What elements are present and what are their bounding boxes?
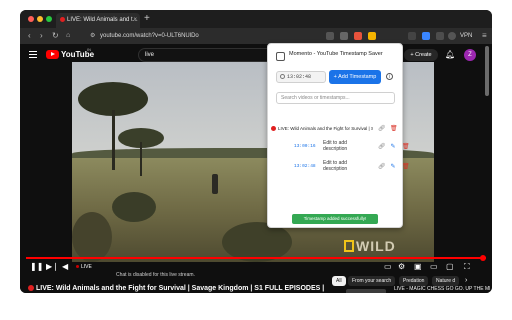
- fullscreen-icon[interactable]: ⛶: [464, 262, 470, 272]
- tree-trunk: [112, 110, 115, 170]
- timestamp-row: 13:02:48 Edit to add description 🔗︎ ✎ 🗑︎: [294, 158, 410, 178]
- url-field[interactable]: youtube.com/watch?v=0-ULT6NUlDo: [100, 30, 340, 42]
- back-icon[interactable]: ‹: [28, 30, 31, 42]
- timestamp-time-link[interactable]: 13:02:48: [294, 164, 316, 170]
- link-icon[interactable]: 🔗︎: [378, 144, 386, 150]
- extension-warning-icon[interactable]: [368, 32, 376, 40]
- reload-icon[interactable]: ↻: [52, 30, 59, 42]
- tab-youtube-live[interactable]: LIVE: Wild Animals and t... ×: [56, 13, 140, 28]
- volume-icon[interactable]: ◀︎: [62, 262, 68, 272]
- next-icon[interactable]: ▶❘: [46, 262, 59, 272]
- clock-icon: [280, 74, 285, 80]
- settings-gear-icon[interactable]: ⚙: [398, 262, 405, 272]
- chip-nature[interactable]: Nature d: [432, 276, 460, 286]
- avatar[interactable]: Z: [464, 49, 476, 61]
- page-scrollbar[interactable]: [485, 46, 489, 96]
- notifications-bell-icon[interactable]: 🔔︎: [445, 50, 455, 60]
- channel-watermark: WILD: [356, 238, 396, 254]
- minimize-window-button[interactable]: [37, 16, 43, 22]
- timestamp-search-input[interactable]: Search videos or timestamps...: [276, 92, 395, 104]
- live-dot-icon: [60, 16, 65, 22]
- extension-momento-icon[interactable]: [354, 32, 362, 40]
- chips-next-icon[interactable]: ›: [465, 276, 467, 286]
- pause-icon[interactable]: ❚❚: [30, 262, 43, 272]
- delete-icon[interactable]: 🗑︎: [402, 144, 410, 150]
- extension-icon[interactable]: [408, 32, 416, 40]
- link-icon[interactable]: 🔗︎: [378, 126, 386, 132]
- timestamp-row: 13:00:16 Edit to add description 🔗︎ ✎ 🗑︎: [294, 138, 410, 158]
- chip-predation[interactable]: Predation: [399, 276, 429, 286]
- video-title-text: LIVE: Wild Animals and the Fight for Sur…: [36, 285, 325, 292]
- bush: [112, 192, 156, 222]
- vpn-badge[interactable]: VPN: [460, 30, 472, 42]
- create-label: Create: [415, 52, 432, 58]
- chip-all[interactable]: All: [332, 276, 346, 286]
- hamburger-menu-icon[interactable]: [29, 51, 37, 58]
- timestamp-time-link[interactable]: 13:00:16: [294, 144, 316, 150]
- browser-window: LIVE: Wild Animals and t... × + ‹ › ↻ ⌂ …: [20, 10, 492, 293]
- site-info-icon[interactable]: ⚙: [90, 30, 95, 42]
- momento-logo-icon: [276, 52, 285, 61]
- bush: [72, 212, 112, 262]
- progress-scrubber[interactable]: [480, 255, 486, 261]
- miniplayer-icon[interactable]: ▣: [414, 262, 422, 272]
- extension-blue-icon[interactable]: [422, 32, 430, 40]
- address-bar: ‹ › ↻ ⌂ ⚙ youtube.com/watch?v=0-ULT6NUlD…: [20, 28, 492, 44]
- progress-bar[interactable]: [26, 257, 486, 259]
- home-icon[interactable]: ⌂: [66, 30, 70, 42]
- theater-mode-icon[interactable]: ▭: [430, 262, 438, 272]
- recommendation-title[interactable]: LIVE - MAGIC CHESS GO GO. UP THE MP GOOD…: [394, 286, 490, 292]
- add-timestamp-button[interactable]: + Add Timestamp: [329, 70, 381, 84]
- tree-trunk: [140, 142, 142, 176]
- delete-icon[interactable]: 🗑︎: [402, 164, 410, 170]
- new-tab-button[interactable]: +: [144, 13, 150, 25]
- tab-strip: LIVE: Wild Animals and t... × +: [20, 10, 492, 28]
- close-window-button[interactable]: [28, 16, 34, 22]
- video-title: LIVE: Wild Animals and the Fight for Sur…: [28, 284, 328, 293]
- subtitles-icon[interactable]: ▭: [384, 262, 392, 272]
- tab-title: LIVE: Wild Animals and t...: [67, 17, 138, 23]
- tab-close-icon[interactable]: ×: [133, 13, 137, 28]
- current-time-value: 13:02:48: [287, 74, 312, 80]
- profile-icon[interactable]: [448, 32, 456, 40]
- recommendation-thumbnail[interactable]: [346, 289, 386, 293]
- chat-disabled-notice: Chat is disabled for this live stream.: [116, 272, 195, 278]
- delete-icon[interactable]: 🗑︎: [390, 126, 398, 132]
- live-indicator[interactable]: LIVE: [76, 264, 92, 270]
- info-icon[interactable]: i: [386, 73, 393, 80]
- screen-icon[interactable]: [326, 32, 334, 40]
- browser-menu-icon[interactable]: ≡: [482, 30, 487, 42]
- live-dot-icon: [271, 126, 276, 131]
- timestamp-description[interactable]: Edit to add description: [323, 160, 368, 172]
- saved-video-title[interactable]: LIVE: Wild Animals and the Fight for Sur…: [278, 124, 373, 134]
- country-code: IN: [87, 47, 91, 52]
- extensions-puzzle-icon[interactable]: [436, 32, 444, 40]
- momento-extension-popup: Momento - YouTube Timestamp Saver 13:02:…: [267, 43, 410, 228]
- forward-icon[interactable]: ›: [40, 30, 43, 42]
- bush: [222, 222, 292, 262]
- edit-icon[interactable]: ✎: [390, 144, 396, 150]
- chip-from-your-search[interactable]: From your search: [348, 276, 396, 286]
- link-icon[interactable]: 🔗︎: [378, 164, 386, 170]
- youtube-logo-icon[interactable]: [46, 50, 59, 59]
- animal-figure: [212, 174, 218, 194]
- edit-icon[interactable]: ✎: [390, 164, 396, 170]
- success-toast: Timestamp added successfully!: [292, 214, 378, 224]
- current-time-field: 13:02:48: [276, 71, 326, 83]
- lock-icon[interactable]: [340, 32, 348, 40]
- saved-video-row[interactable]: LIVE: Wild Animals and the Fight for Sur…: [271, 124, 401, 134]
- wild-logo-icon: [344, 240, 354, 252]
- create-button[interactable]: + Create: [404, 49, 438, 61]
- maximize-window-button[interactable]: [46, 16, 52, 22]
- timestamp-description[interactable]: Edit to add description: [323, 140, 368, 152]
- popup-title: Momento - YouTube Timestamp Saver: [289, 51, 383, 57]
- search-input[interactable]: live: [138, 48, 288, 62]
- cast-icon[interactable]: ▢: [446, 262, 454, 272]
- live-dot-icon: [28, 285, 34, 292]
